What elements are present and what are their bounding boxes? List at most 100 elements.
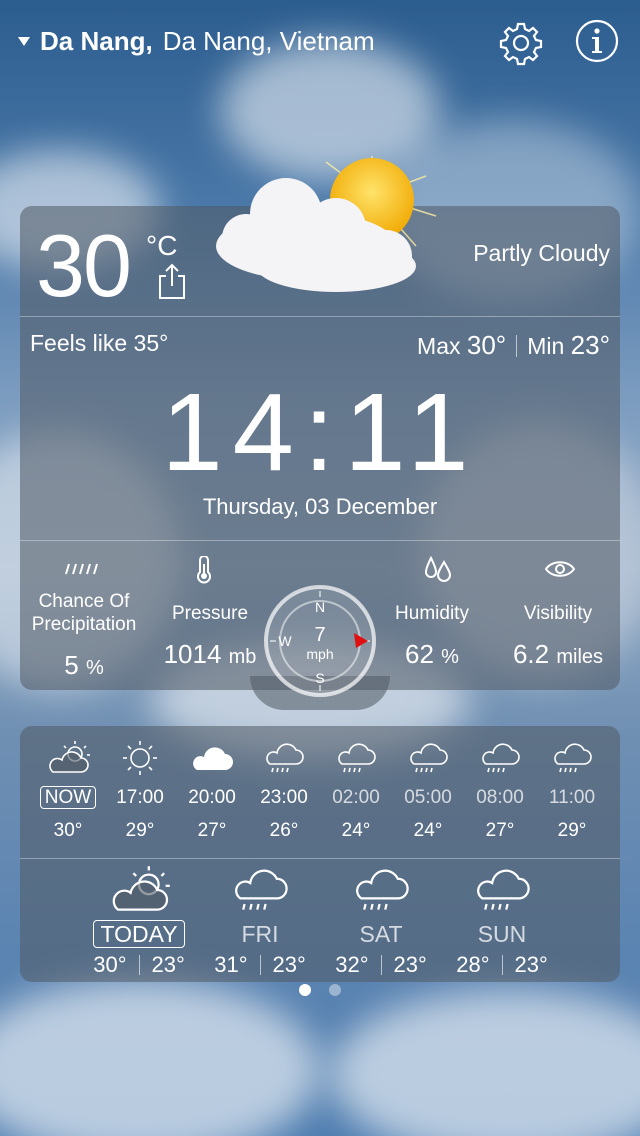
max-value: 30°	[466, 330, 507, 360]
daily-max: 32°	[335, 952, 369, 977]
hourly-temp: 30°	[53, 820, 83, 841]
daily-max: 30°	[93, 952, 127, 977]
daily-min: 23°	[393, 952, 427, 977]
divider	[20, 540, 620, 541]
rain-cloud-icon	[356, 869, 409, 910]
rain-cloud-icon	[477, 869, 530, 910]
wind-speed: 7	[314, 624, 325, 646]
temperature-unit: °C	[146, 230, 178, 261]
visibility-label: Visibility	[523, 603, 593, 624]
daily-day: TODAY	[93, 920, 185, 948]
precip-label-2: Precipitation	[31, 614, 137, 635]
hourly-temp: 29°	[125, 820, 155, 841]
daily-day: SAT	[359, 921, 403, 947]
pressure-stat: Pressure 1014 mb	[150, 602, 270, 670]
triangle-down-icon	[18, 36, 30, 46]
separator	[516, 334, 518, 357]
page-dot[interactable]	[329, 984, 341, 996]
visibility-stat: Visibility 6.2 miles	[496, 602, 620, 670]
daily-min: 23°	[151, 952, 185, 977]
daily-max: 28°	[456, 952, 490, 977]
eye-icon	[544, 561, 576, 577]
precipitation-stat: Chance Of Precipitation 5 %	[20, 590, 148, 681]
min-value: 23°	[570, 330, 610, 360]
location-city: Da Nang,	[40, 25, 153, 56]
hourly-time: 23:00	[260, 787, 308, 808]
divider	[20, 316, 620, 317]
location-region: Da Nang, Vietnam	[162, 25, 375, 56]
hourly-item: 17:00 29°	[104, 738, 176, 842]
visibility-value: 6.2	[512, 639, 550, 669]
hourly-time: 20:00	[188, 787, 236, 808]
partly-cloudy-icon	[216, 156, 437, 292]
rain-cloud-icon	[338, 743, 376, 773]
daily-day: SUN	[477, 921, 527, 947]
info-icon[interactable]	[574, 18, 620, 64]
precip-value: 5	[64, 650, 79, 680]
daily-day: FRI	[241, 921, 279, 947]
rain-cloud-icon	[235, 869, 288, 910]
rain-cloud-icon	[482, 743, 520, 773]
hourly-time: NOW	[39, 786, 97, 809]
min-label: Min	[527, 333, 565, 359]
header: Da Nang, Da Nang, Vietnam	[0, 0, 640, 84]
gear-icon[interactable]	[498, 20, 544, 66]
pressure-unit: mb	[228, 646, 257, 668]
sun-icon	[123, 741, 157, 775]
cloud-icon	[193, 747, 233, 770]
hourly-time: 05:00	[404, 787, 452, 808]
visibility-unit: miles	[556, 646, 604, 668]
humidity-drops-icon	[424, 556, 452, 582]
daily-min: 23°	[272, 952, 306, 977]
compass-n: N	[315, 599, 325, 615]
hourly-temp: 24°	[413, 820, 443, 841]
page-dot[interactable]	[299, 984, 311, 996]
rain-drops-icon	[65, 563, 98, 575]
hourly-time: 02:00	[332, 787, 380, 808]
daily-item: FRI 31° 23°	[199, 862, 321, 978]
partly-cloudy-icon	[49, 741, 90, 773]
humidity-stat: Humidity 62 %	[376, 602, 488, 670]
hourly-time: 17:00	[116, 787, 164, 808]
hourly-temp: 29°	[557, 820, 587, 841]
daily-item: SAT 32° 23°	[320, 862, 442, 978]
precip-unit: %	[85, 657, 104, 679]
hourly-item: NOW 30°	[32, 738, 104, 842]
pressure-value: 1014	[163, 639, 222, 669]
daily-item: TODAY 30° 23°	[78, 862, 200, 978]
share-icon[interactable]	[156, 262, 188, 300]
condition-text: Partly Cloudy	[473, 240, 610, 266]
pressure-label: Pressure	[171, 603, 249, 624]
location-selector[interactable]: Da Nang, Da Nang, Vietnam	[18, 24, 375, 58]
rain-cloud-icon	[266, 743, 304, 773]
thermometer-icon	[197, 556, 211, 584]
separator	[501, 955, 503, 975]
max-label: Max	[417, 333, 461, 359]
daily-max: 31°	[214, 952, 248, 977]
separator	[138, 955, 140, 975]
compass-s: S	[315, 670, 324, 686]
hourly-temp: 27°	[197, 820, 227, 841]
hourly-item: 02:00 24°	[320, 738, 392, 842]
daily-item: SUN 28° 23°	[441, 862, 563, 978]
divider	[20, 858, 620, 859]
hourly-time: 08:00	[476, 787, 524, 808]
local-date: Thursday, 03 December	[202, 494, 438, 519]
wind-compass: N S W 7 mph	[264, 585, 376, 697]
local-time: 14:11	[161, 371, 479, 494]
compass-w: W	[278, 633, 292, 649]
rain-cloud-icon	[410, 743, 448, 773]
hourly-temp: 27°	[485, 820, 515, 841]
max-min: Max 30° Min 23°	[417, 330, 610, 361]
rain-cloud-icon	[554, 743, 592, 773]
partly-cloudy-icon	[112, 866, 170, 911]
daily-min: 23°	[514, 952, 548, 977]
hourly-item: 20:00 27°	[176, 738, 248, 842]
hourly-item: 08:00 27°	[464, 738, 536, 842]
page-indicator[interactable]	[0, 984, 640, 996]
feels-like: Feels like 35°	[30, 330, 169, 356]
humidity-label: Humidity	[395, 603, 469, 624]
hourly-item: 11:00 29°	[536, 738, 608, 842]
current-temperature: 30	[36, 216, 132, 315]
hourly-item: 23:00 26°	[248, 738, 320, 842]
